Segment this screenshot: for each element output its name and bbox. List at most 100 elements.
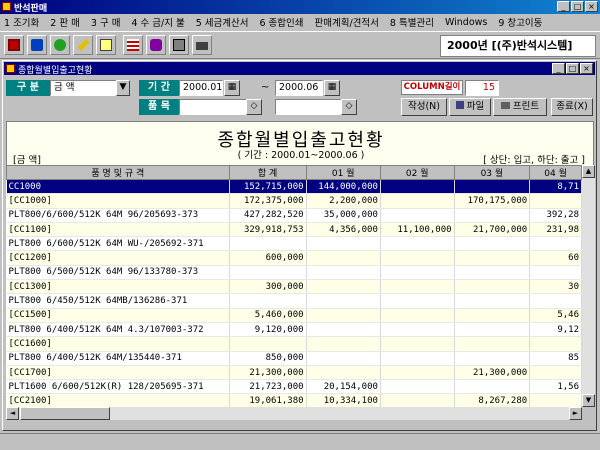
item-cell: [CC1700] — [6, 365, 230, 381]
table-row[interactable]: PLT800 6/500/512K 64M 96/133780-373 — [6, 265, 582, 281]
amount-cell — [529, 265, 582, 281]
col-header-item[interactable]: 품 명 및 규 격 — [6, 165, 230, 180]
table-row[interactable]: [CC1100] 329,918,753 4,356,000 11,100,000 21… — [6, 222, 582, 238]
amount-cell — [454, 236, 531, 252]
amount-cell — [454, 336, 531, 352]
amount-cell — [380, 279, 455, 295]
amount-cell: 21,300,000 — [454, 365, 531, 381]
amount-cell — [380, 365, 455, 381]
item-cell: PLT1600 6/600/512K(R) 128/205695-371 — [6, 379, 230, 395]
table-row[interactable]: PLT800/6/600/512K 64M 96/205693-373 427,2… — [6, 208, 582, 223]
category-dropdown-button[interactable]: ▼ — [116, 80, 130, 96]
amount-cell — [306, 279, 381, 295]
scroll-right-button[interactable]: ► — [569, 407, 582, 420]
table-row[interactable]: [CC1700] 21,300,000 21,300,000 — [6, 365, 582, 381]
table-row[interactable]: [CC1000] 172,375,000 2,200,000 170,175,000 — [6, 193, 582, 209]
amount-cell — [306, 265, 381, 281]
table-row[interactable]: [CC1200] 600,000 60 — [6, 250, 582, 266]
calendar-from-icon[interactable]: ▦ — [224, 80, 240, 96]
table-row[interactable]: PLT800 6/400/512K 64M/135440-371 850,000 8… — [6, 351, 582, 366]
calculator-icon[interactable] — [169, 35, 189, 55]
calendar-to-icon[interactable]: ▦ — [324, 80, 340, 96]
amount-cell — [454, 265, 531, 281]
palette-icon[interactable] — [146, 35, 166, 55]
maximize-button[interactable]: □ — [571, 1, 584, 12]
col-header-apr[interactable]: 04 월 — [529, 165, 582, 180]
horizontal-scrollbar[interactable]: ◄ ► — [6, 407, 582, 420]
scroll-left-button[interactable]: ◄ — [6, 407, 19, 420]
print-button[interactable]: 프린트 — [493, 98, 547, 116]
child-close-button[interactable]: × — [580, 63, 593, 74]
pencil-icon[interactable] — [73, 35, 93, 55]
amount-cell — [380, 193, 455, 209]
report-window-icon — [6, 64, 15, 73]
menu-purchase[interactable]: 3 구 매 — [91, 15, 121, 29]
create-button[interactable]: 작성(N) — [401, 98, 447, 116]
amount-cell: 300,000 — [229, 279, 307, 295]
table-row[interactable]: [CC1600] — [6, 336, 582, 352]
file-button[interactable]: 파일 — [449, 98, 491, 116]
child-maximize-button[interactable]: □ — [566, 63, 579, 74]
status-bar — [0, 433, 600, 450]
menu-payment[interactable]: 4 수 금/지 불 — [131, 15, 184, 29]
menu-bar: 1 조기화 2 판 매 3 구 매 4 수 금/지 불 5 세금계산서 6 종합… — [0, 14, 600, 30]
table-row[interactable]: PLT800 6/450/512K 64MB/136286-371 — [6, 293, 582, 309]
network-icon[interactable] — [27, 35, 47, 55]
amount-cell — [454, 379, 531, 395]
col-header-total[interactable]: 합 계 — [228, 165, 307, 180]
close-report-button[interactable]: 종료(X) — [551, 98, 593, 116]
table-row[interactable]: PLT800 6/600/512K 64M WU-/205692-371 — [6, 236, 582, 252]
horizontal-scroll-thumb[interactable] — [20, 407, 110, 420]
amount-cell: 1,56 — [529, 379, 582, 395]
menu-tax-invoice[interactable]: 5 세금계산서 — [196, 15, 249, 29]
edit-icon[interactable] — [96, 35, 116, 55]
menu-special[interactable]: 8 특별관리 — [390, 15, 434, 29]
minimize-button[interactable]: _ — [557, 1, 570, 12]
amount-cell — [380, 250, 455, 266]
col-header-mar[interactable]: 03 월 — [453, 165, 531, 180]
item-search-from-icon[interactable]: ◇ — [246, 99, 262, 115]
child-minimize-button[interactable]: _ — [552, 63, 565, 74]
globe-icon[interactable] — [50, 35, 70, 55]
table-row[interactable]: [CC1500] 5,460,000 5,46 — [6, 308, 582, 323]
item-search-to-icon[interactable]: ◇ — [341, 99, 357, 115]
col-header-jan[interactable]: 01 월 — [305, 165, 381, 180]
amount-cell — [529, 236, 582, 252]
table-row[interactable]: CC1000 152,715,000 144,000,000 8,71 — [6, 179, 582, 195]
exit-icon[interactable] — [4, 35, 24, 55]
table-row[interactable]: [CC2100] 19,061,380 10,334,100 8,267,280 — [6, 393, 582, 407]
item-cell: [CC1200] — [6, 250, 230, 266]
report-grid[interactable]: 품 명 및 규 격 합 계 01 월 02 월 03 월 04 월 CC1000… — [6, 165, 582, 407]
menu-general-print[interactable]: 6 종합인쇄 — [259, 15, 303, 29]
column-width-field[interactable]: 15 — [465, 80, 499, 96]
period-to-field[interactable]: 2000.06 — [275, 80, 323, 96]
menu-init[interactable]: 1 조기화 — [4, 15, 39, 29]
col-header-feb[interactable]: 02 월 — [379, 165, 455, 180]
amount-cell: 231,98 — [529, 222, 582, 238]
menu-windows[interactable]: Windows — [445, 17, 487, 28]
vertical-scrollbar[interactable]: ▲ ▼ — [582, 165, 595, 407]
amount-cell — [306, 322, 381, 338]
amount-cell: 21,723,000 — [229, 379, 307, 395]
amount-cell: 2,200,000 — [306, 193, 381, 209]
table-row[interactable]: PLT1600 6/600/512K(R) 128/205695-371 21,7… — [6, 379, 582, 395]
print-button-label: 프린트 — [512, 101, 540, 112]
menu-warehouse[interactable]: 9 창고이동 — [498, 15, 542, 29]
amount-cell — [380, 336, 455, 352]
amount-cell — [454, 351, 531, 366]
grid-icon[interactable] — [123, 35, 143, 55]
amount-cell: 85 — [529, 351, 582, 366]
amount-cell — [380, 236, 455, 252]
table-row[interactable]: [CC1300] 300,000 30 — [6, 279, 582, 295]
close-button[interactable]: × — [585, 1, 598, 12]
printer-icon[interactable] — [192, 35, 212, 55]
amount-cell — [380, 293, 455, 309]
menu-sales-plan[interactable]: 판매계획/견적서 — [315, 15, 379, 29]
scroll-up-button[interactable]: ▲ — [582, 165, 595, 178]
amount-cell: 850,000 — [229, 351, 307, 366]
period-from-field[interactable]: 2000.01 — [179, 80, 223, 96]
table-row[interactable]: PLT800 6/400/512K 64M 4.3/107003-372 9,12… — [6, 322, 582, 338]
menu-sales[interactable]: 2 판 매 — [50, 15, 80, 29]
item-cell: PLT800 6/500/512K 64M 96/133780-373 — [6, 265, 230, 281]
scroll-down-button[interactable]: ▼ — [582, 394, 595, 407]
